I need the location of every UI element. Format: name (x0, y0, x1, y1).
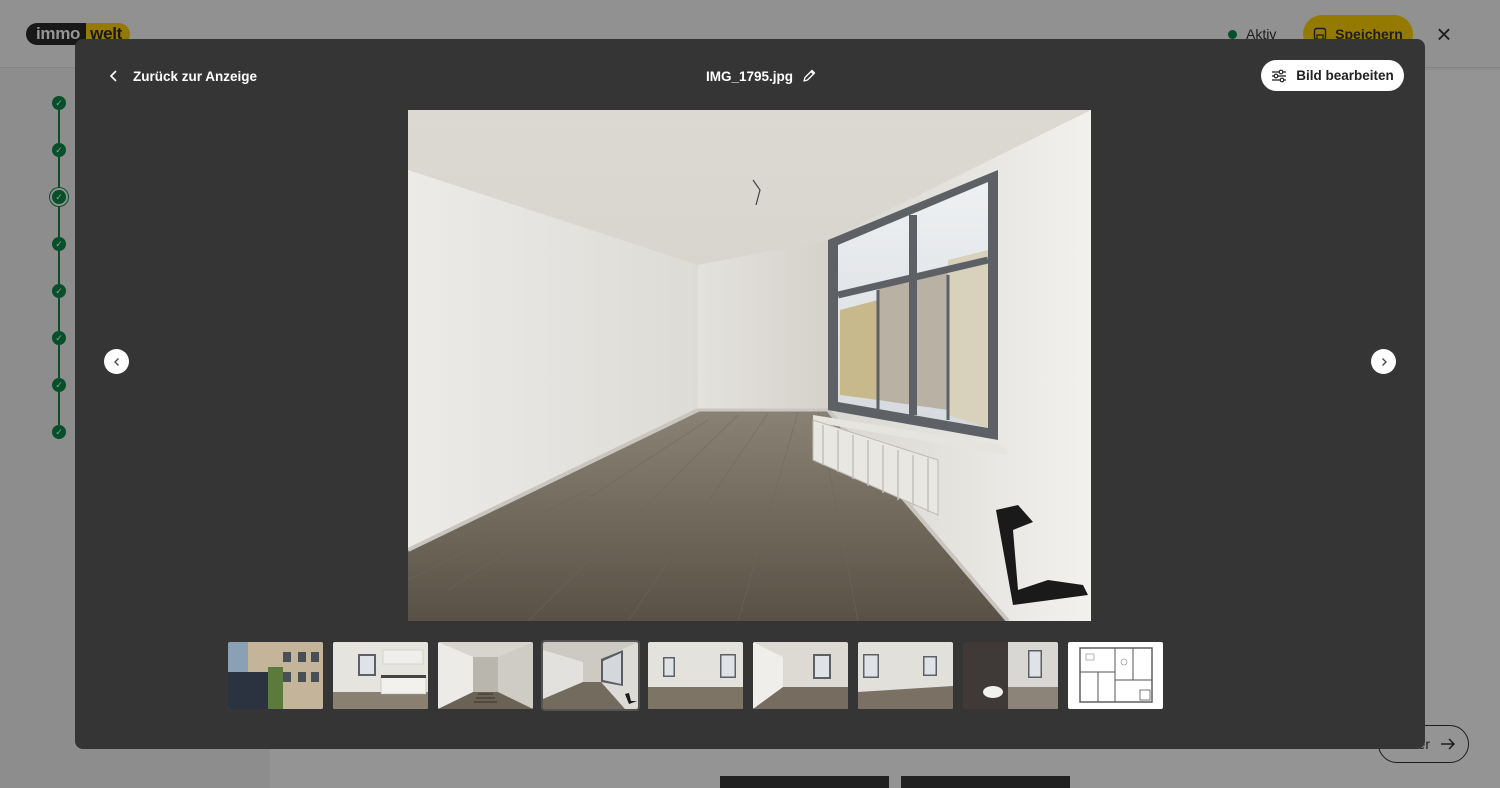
previous-image-button[interactable] (104, 349, 129, 374)
thumbnail-strip (228, 640, 1163, 711)
edit-image-button[interactable]: Bild bearbeiten (1261, 60, 1404, 91)
thumbnail-9[interactable] (1068, 642, 1163, 709)
thumbnail-3[interactable] (438, 642, 533, 709)
main-image (408, 110, 1091, 621)
thumbnail-7[interactable] (858, 642, 953, 709)
thumbnail-1[interactable] (228, 642, 323, 709)
bathroom-thumb (963, 642, 1058, 709)
hallway-thumb (438, 642, 533, 709)
thumbnail-2[interactable] (333, 642, 428, 709)
pencil-icon[interactable] (801, 68, 817, 84)
thumbnail-6[interactable] (753, 642, 848, 709)
room-photo (408, 110, 1091, 621)
living-room-thumb (648, 642, 743, 709)
chevron-left-icon (113, 357, 119, 366)
room-thumb (543, 642, 638, 709)
building-exterior-thumb (228, 642, 323, 709)
chevron-right-icon (1381, 357, 1387, 366)
file-name: IMG_1795.jpg (706, 68, 794, 84)
thumbnail-5[interactable] (648, 642, 743, 709)
floor-plan-thumb (1068, 642, 1163, 709)
chevron-left-icon (109, 70, 117, 82)
image-viewer-modal: Zurück zur Anzeige IMG_1795.jpg Bild bea… (75, 39, 1425, 749)
room-corner-thumb (858, 642, 953, 709)
thumbnail-8[interactable] (963, 642, 1058, 709)
back-to-listing-link[interactable]: Zurück zur Anzeige (107, 65, 257, 87)
back-label: Zurück zur Anzeige (133, 68, 258, 84)
bedroom-thumb (753, 642, 848, 709)
sliders-icon (1272, 69, 1287, 82)
next-image-button[interactable] (1371, 349, 1396, 374)
kitchen-thumb (333, 642, 428, 709)
thumbnail-4-active[interactable] (541, 640, 640, 711)
file-name-title: IMG_1795.jpg (706, 65, 817, 87)
edit-label: Bild bearbeiten (1296, 68, 1394, 83)
